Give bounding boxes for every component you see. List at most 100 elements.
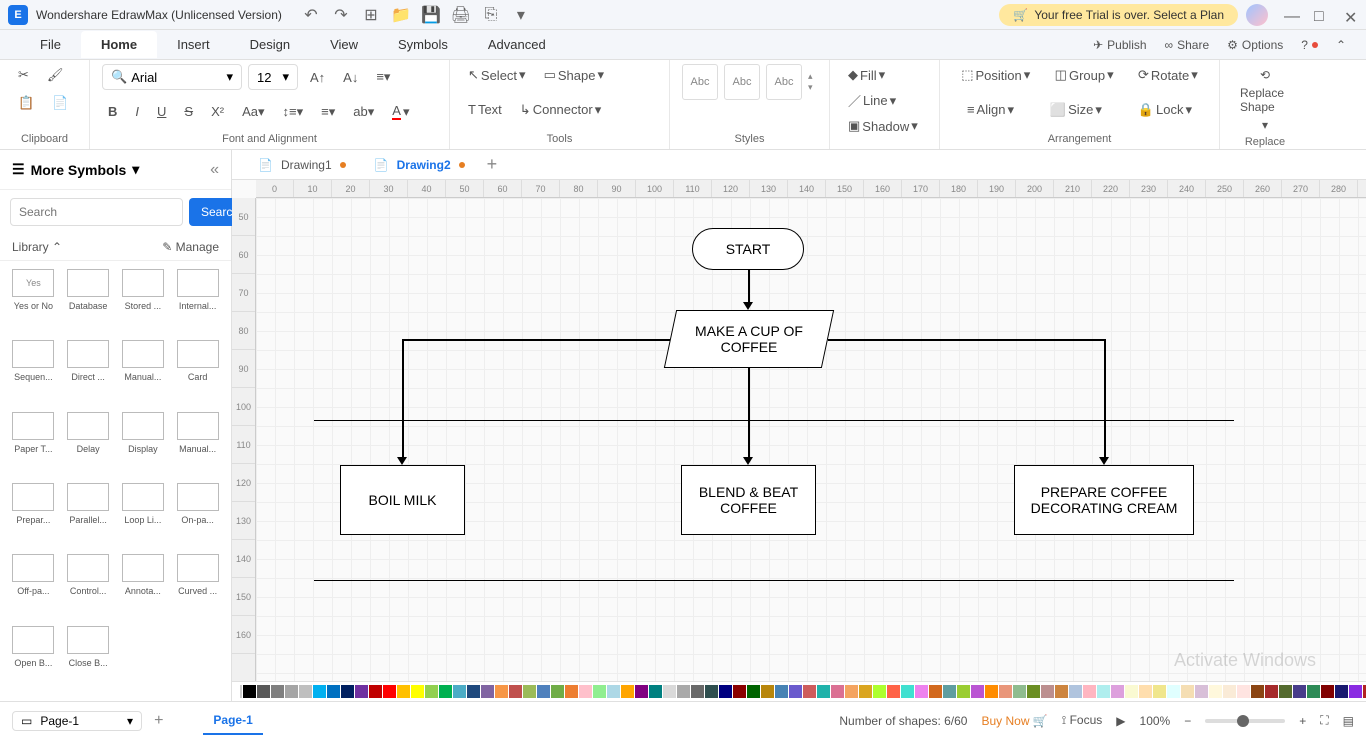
zoom-thumb[interactable] — [1237, 715, 1249, 727]
color-swatch[interactable] — [509, 685, 522, 698]
fc-start[interactable]: START — [692, 228, 804, 270]
publish-button[interactable]: ✈Publish — [1093, 38, 1146, 52]
print-icon[interactable]: 🖨 — [452, 6, 470, 24]
select-tool[interactable]: ↖ Select▾ — [462, 64, 532, 86]
replace-shape-button[interactable]: ⟲ Replace Shape▾ — [1232, 64, 1298, 136]
color-swatch[interactable] — [929, 685, 942, 698]
shape-tool[interactable]: ▭ Shape▾ — [538, 64, 610, 86]
color-swatch[interactable] — [1153, 685, 1166, 698]
color-swatch[interactable] — [747, 685, 760, 698]
close-icon[interactable]: ✕ — [1344, 8, 1358, 22]
color-swatch[interactable] — [383, 685, 396, 698]
shape-stencil[interactable]: Annota... — [118, 554, 169, 621]
format-painter-icon[interactable]: 🖌 — [41, 64, 70, 86]
color-swatch[interactable] — [1111, 685, 1124, 698]
page-tab[interactable]: Page-1 — [203, 707, 262, 735]
color-swatch[interactable] — [1069, 685, 1082, 698]
maximize-icon[interactable]: □ — [1314, 8, 1328, 22]
bullets-icon[interactable]: ≡▾ — [315, 101, 341, 123]
align-button[interactable]: ≡ Align▾ — [961, 99, 1020, 121]
color-swatch[interactable] — [649, 685, 662, 698]
color-swatch[interactable] — [915, 685, 928, 698]
fill-button[interactable]: ◆ Fill▾ — [842, 64, 927, 86]
color-swatch[interactable] — [1307, 685, 1320, 698]
color-swatch[interactable] — [663, 685, 676, 698]
manage-button[interactable]: ✎ Manage — [162, 240, 219, 254]
color-swatch[interactable] — [411, 685, 424, 698]
doc-tab-drawing1[interactable]: 📄 Drawing1 — [244, 154, 360, 176]
shape-stencil[interactable]: Loop Li... — [118, 483, 169, 550]
color-swatch[interactable] — [243, 685, 256, 698]
color-swatch[interactable] — [453, 685, 466, 698]
color-swatch[interactable] — [1293, 685, 1306, 698]
shape-stencil[interactable]: YesYes or No — [8, 269, 59, 336]
color-swatch[interactable] — [537, 685, 550, 698]
page-selector[interactable]: ▭ Page-1 ▾ — [12, 711, 142, 731]
options-button[interactable]: ⚙Options — [1227, 38, 1283, 52]
fit-page-icon[interactable]: ⛶ — [1320, 713, 1328, 728]
cut-icon[interactable]: ✂ — [12, 64, 35, 86]
color-swatch[interactable] — [705, 685, 718, 698]
font-family-select[interactable]: 🔍Arial▾ — [102, 64, 242, 90]
color-swatch[interactable] — [887, 685, 900, 698]
color-swatch[interactable] — [859, 685, 872, 698]
color-swatch[interactable] — [957, 685, 970, 698]
minimize-icon[interactable]: — — [1284, 8, 1298, 22]
shape-stencil[interactable]: Manual... — [118, 340, 169, 407]
rotate-button[interactable]: ⟳ Rotate▾ — [1132, 64, 1204, 86]
shape-stencil[interactable]: Off-pa... — [8, 554, 59, 621]
color-swatch[interactable] — [831, 685, 844, 698]
qat-more-icon[interactable]: ▾ — [512, 6, 530, 24]
connector[interactable] — [748, 368, 750, 461]
color-swatch[interactable] — [621, 685, 634, 698]
color-swatch[interactable] — [817, 685, 830, 698]
menu-design[interactable]: Design — [230, 31, 310, 58]
color-swatch[interactable] — [1055, 685, 1068, 698]
menu-insert[interactable]: Insert — [157, 31, 230, 58]
color-swatch[interactable] — [1349, 685, 1362, 698]
color-swatch[interactable] — [635, 685, 648, 698]
shape-stencil[interactable]: Parallel... — [63, 483, 114, 550]
line-button[interactable]: ／ Line▾ — [842, 88, 927, 113]
canvas[interactable]: START MAKE A CUP OF COFFEE BOIL MILK BLE… — [256, 198, 1366, 681]
position-button[interactable]: ⬚ Position▾ — [955, 64, 1036, 86]
user-avatar[interactable] — [1246, 4, 1268, 26]
menu-home[interactable]: Home — [81, 31, 157, 58]
divider-line[interactable] — [314, 420, 1234, 421]
connector[interactable] — [402, 339, 670, 341]
undo-icon[interactable]: ↶ — [302, 6, 320, 24]
text-tool[interactable]: T Text — [462, 99, 508, 120]
color-swatch[interactable] — [1041, 685, 1054, 698]
fc-blend-beat[interactable]: BLEND & BEAT COFFEE — [681, 465, 816, 535]
color-swatch[interactable] — [397, 685, 410, 698]
color-swatch[interactable] — [1335, 685, 1348, 698]
style-preset-3[interactable]: Abc — [766, 64, 802, 100]
trial-banner[interactable]: 🛒 Your free Trial is over. Select a Plan — [999, 4, 1238, 26]
shape-stencil[interactable]: On-pa... — [172, 483, 223, 550]
collapse-ribbon-icon[interactable]: ⌃ — [1336, 38, 1346, 52]
paste-icon[interactable]: 📄 — [46, 92, 74, 114]
color-swatch[interactable] — [341, 685, 354, 698]
fc-prepare-cream[interactable]: PREPARE COFFEE DECORATING CREAM — [1014, 465, 1194, 535]
increase-font-icon[interactable]: A↑ — [304, 67, 331, 88]
focus-button[interactable]: ⟟ Focus — [1062, 713, 1103, 728]
color-swatch[interactable] — [285, 685, 298, 698]
color-swatch[interactable] — [551, 685, 564, 698]
color-swatch[interactable] — [299, 685, 312, 698]
lock-button[interactable]: 🔒 Lock▾ — [1132, 99, 1198, 121]
color-swatch[interactable] — [1251, 685, 1264, 698]
color-swatch[interactable] — [1237, 685, 1250, 698]
color-swatch[interactable] — [761, 685, 774, 698]
color-swatch[interactable] — [1125, 685, 1138, 698]
decrease-font-icon[interactable]: A↓ — [337, 67, 364, 88]
shape-stencil[interactable]: Manual... — [172, 412, 223, 479]
add-tab-button[interactable]: + — [479, 154, 506, 175]
color-swatch[interactable] — [593, 685, 606, 698]
connector[interactable] — [402, 339, 404, 461]
shape-stencil[interactable]: Internal... — [172, 269, 223, 336]
color-swatch[interactable] — [985, 685, 998, 698]
panel-title[interactable]: ☰ More Symbols▾ — [12, 161, 210, 178]
doc-tab-drawing2[interactable]: 📄 Drawing2 — [360, 154, 479, 176]
superscript-icon[interactable]: X² — [205, 101, 230, 122]
color-swatch[interactable] — [1195, 685, 1208, 698]
